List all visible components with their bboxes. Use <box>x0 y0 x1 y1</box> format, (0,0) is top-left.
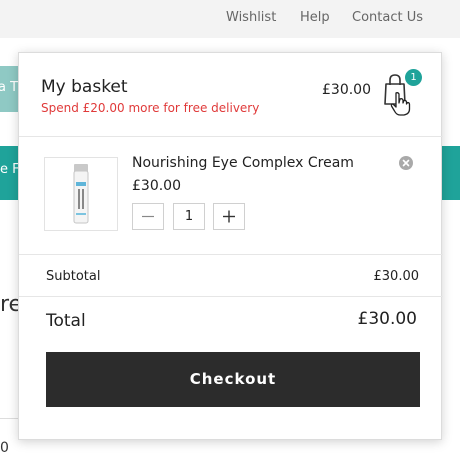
product-price: £30.00 <box>132 178 181 194</box>
subtotal-row: Subtotal £30.00 <box>19 255 443 297</box>
free-delivery-note: Spend £20.00 more for free delivery <box>41 101 260 115</box>
product-image <box>73 164 89 224</box>
mini-basket-dropdown: My basket Spend £20.00 more for free del… <box>18 52 443 440</box>
background-number-fragment: 0 <box>0 440 9 456</box>
product-thumbnail[interactable] <box>44 157 118 231</box>
hand-cursor-icon <box>390 92 411 116</box>
basket-header: My basket Spend £20.00 more for free del… <box>19 53 443 137</box>
quantity-decrease-button[interactable] <box>132 203 164 230</box>
quantity-increase-button[interactable] <box>213 203 245 230</box>
checkout-button[interactable]: Checkout <box>46 352 420 407</box>
basket-button[interactable]: 1 <box>383 69 423 119</box>
subtotal-value: £30.00 <box>373 269 420 284</box>
background-heading-fragment: re <box>0 292 20 317</box>
basket-header-total: £30.00 <box>322 82 371 98</box>
basket-title: My basket <box>41 77 128 97</box>
remove-circle-icon[interactable] <box>399 156 413 170</box>
nav-contact-link[interactable]: Contact Us <box>352 10 423 25</box>
background-divider <box>0 418 20 419</box>
nav-wishlist-link[interactable]: Wishlist <box>226 10 276 25</box>
subtotal-label: Subtotal <box>46 269 101 284</box>
plus-icon <box>223 210 235 223</box>
minus-icon <box>142 215 154 218</box>
total-label: Total <box>46 311 86 331</box>
product-name-link[interactable]: Nourishing Eye Complex Cream <box>132 155 354 171</box>
basket-line-item: Nourishing Eye Complex Cream £30.00 1 <box>19 137 443 255</box>
nav-help-link[interactable]: Help <box>300 10 330 25</box>
quantity-input[interactable]: 1 <box>173 203 205 230</box>
total-value: £30.00 <box>357 309 417 329</box>
basket-count-badge: 1 <box>405 69 422 86</box>
